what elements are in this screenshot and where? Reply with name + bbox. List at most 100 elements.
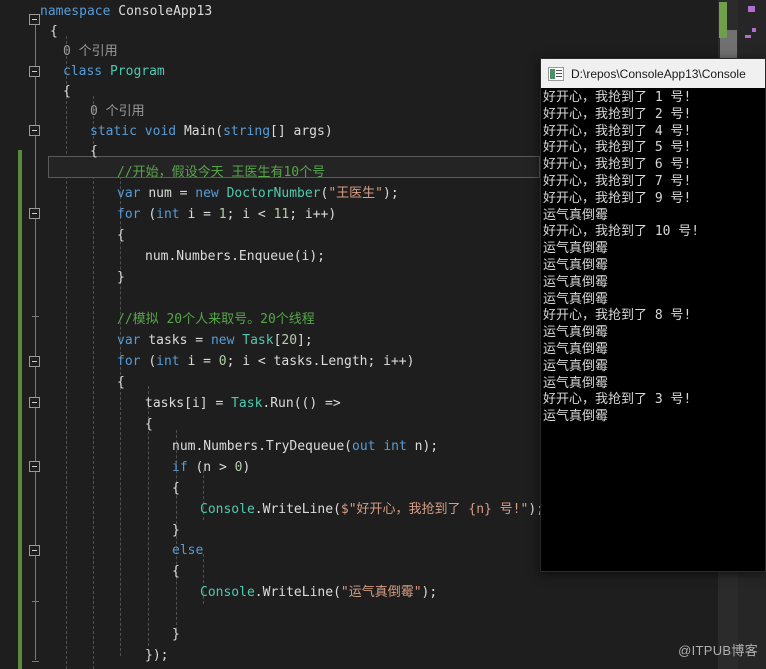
code-token: { [117,375,125,390]
code-token: Main( [183,124,224,139]
code-line: tasks[i] = Task.Run(() => [0,394,341,414]
code-line: { [0,22,58,42]
code-line: } [0,521,180,541]
code-token: [] args) [270,124,333,139]
code-token: DoctorNumber [226,186,321,201]
code-token: var [117,333,149,348]
console-output-line: 运气真倒霉 [543,241,609,257]
code-token: 11 [273,207,290,222]
code-token: { [172,481,180,496]
code-token: } [172,627,180,642]
code-line: { [0,415,153,435]
code-token: //模拟 20个人来取号。20个线程 [117,312,315,327]
code-line: var num = new DoctorNumber("王医生"); [0,184,399,204]
console-output-line: 好开心，我抢到了 10 号! [543,224,700,240]
code-token: int [156,354,188,369]
code-token: i = [187,354,219,369]
console-output-line: 好开心，我抢到了 8 号! [543,308,692,324]
code-token: 0 个引用 [63,44,118,59]
console-output-line: 好开心，我抢到了 2 号! [543,106,692,122]
code-token: ); [383,186,399,201]
code-token: } [172,523,180,538]
fold-collapse-icon[interactable] [29,66,40,77]
code-token: out [352,439,384,454]
code-token: ; i < [226,207,274,222]
code-token: namespace [40,4,119,19]
console-window[interactable]: D:\repos\ConsoleApp13\Console 好开心，我抢到了 1… [540,58,766,572]
code-token: .WriteLine( [254,585,341,600]
code-token: ; i++) [289,207,337,222]
console-window-title: D:\repos\ConsoleApp13\Console [571,66,746,81]
code-token: static [90,124,145,139]
code-line: { [0,142,98,162]
fold-collapse-icon[interactable] [29,545,40,556]
code-token: ( [148,207,157,222]
code-token: ); [421,585,438,600]
code-token: "运气真倒霉" [340,585,422,600]
code-token: { [50,24,58,39]
code-token: ]; [297,333,313,348]
fold-end-tick [32,601,39,602]
code-line: { [0,226,125,246]
fold-collapse-icon[interactable] [29,208,40,219]
code-line: { [0,562,180,582]
console-output-line: 运气真倒霉 [543,358,609,374]
code-token: num.Numbers.TryDequeue( [172,439,353,454]
code-token: .WriteLine( [254,502,341,517]
code-token: tasks[i] = [145,396,232,411]
code-token: class [63,64,110,79]
code-line: Console.WriteLine($"好开心，我抢到了 {n} 号!"); [0,500,544,520]
console-output: 好开心，我抢到了 1 号! 好开心，我抢到了 2 号! 好开心，我抢到了 4 号! 好… [541,88,765,571]
fold-collapse-icon[interactable] [29,461,40,472]
console-output-line: 运气真倒霉 [543,291,609,307]
code-line: Console.WriteLine("运气真倒霉"); [0,583,437,603]
code-token: Task [231,396,263,411]
console-output-line: 好开心，我抢到了 6 号! [543,157,692,173]
watermark: @ITPUB博客 [678,643,758,658]
code-token: 20 [281,333,298,348]
code-line: class Program [0,62,165,82]
code-token: num.Numbers.Enqueue(i); [145,249,326,264]
console-titlebar[interactable]: D:\repos\ConsoleApp13\Console [541,59,765,88]
fold-collapse-icon[interactable] [29,14,40,25]
code-token: for [117,207,149,222]
code-token: if [172,460,196,475]
minimap-mark [752,28,756,32]
code-line: var tasks = new Task[20]; [0,331,313,351]
code-token: Console [200,502,255,517]
fold-end-tick [32,316,39,317]
code-token: else [172,543,204,558]
code-line: //模拟 20个人来取号。20个线程 [0,310,315,330]
code-token: { [172,564,180,579]
code-token: 0 个引用 [90,104,145,119]
code-line: { [0,479,180,499]
code-token: int [383,439,415,454]
code-line: num.Numbers.Enqueue(i); [0,247,325,267]
scrollbar-change-marker [719,2,727,38]
code-token: void [144,124,184,139]
console-output-line: 好开心，我抢到了 3 号! [543,392,692,408]
code-token: n); [414,439,439,454]
code-token: num = [148,186,196,201]
console-output-line: 运气真倒霉 [543,274,609,290]
code-token: { [90,144,98,159]
code-line: 0 个引用 [0,42,118,62]
minimap-mark [745,35,751,38]
code-token: Program [109,64,165,79]
code-line: static void Main(string[] args) [0,122,333,142]
code-token: for [117,354,149,369]
code-token: { [145,417,153,432]
code-line: { [0,373,125,393]
console-output-line: 运气真倒霉 [543,375,609,391]
fold-collapse-icon[interactable] [29,356,40,367]
fold-guide-line [35,620,36,660]
fold-end-tick [32,661,39,662]
minimap-mark [748,6,755,12]
fold-collapse-icon[interactable] [29,397,40,408]
fold-collapse-icon[interactable] [29,125,40,136]
code-line: } [0,625,180,645]
code-line: //开始，假设今天 王医生有10个号 [0,163,325,183]
console-app-icon [548,66,564,81]
console-output-line: 运气真倒霉 [543,341,609,357]
code-token: new [210,333,243,348]
